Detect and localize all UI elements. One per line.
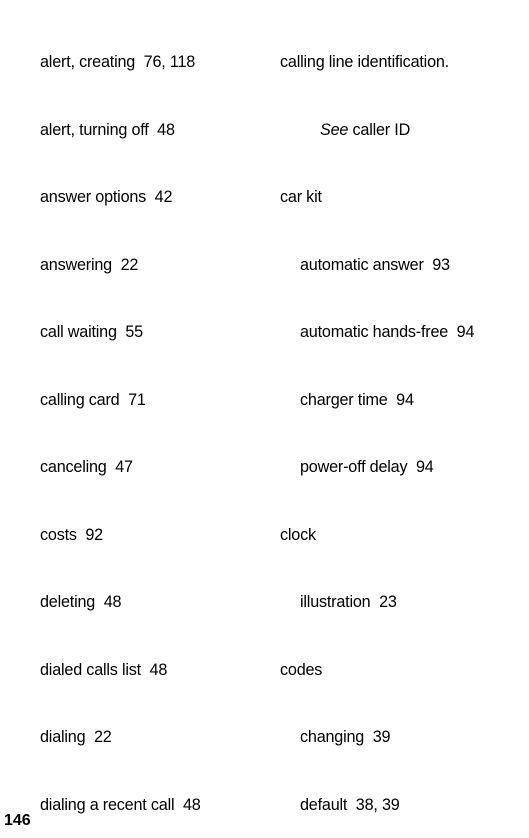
index-entry: dialing 22 [20,726,280,749]
see-word: See [320,121,348,139]
index-entry: charger time 94 [280,389,529,412]
index-page: alert, creating 76, 118 alert, turning o… [0,0,529,838]
index-entry: alert, turning off 48 [20,119,280,142]
index-entry: illustration 23 [280,591,529,614]
index-entry: canceling 47 [20,456,280,479]
page-number: 146 [4,812,31,830]
index-entry: changing 39 [280,726,529,749]
index-entry: clock [280,524,529,547]
index-entry: costs 92 [20,524,280,547]
index-entry: automatic hands-free 94 [280,321,529,344]
index-entry: automatic answer 93 [280,254,529,277]
right-column: calling line identification. See caller … [280,6,529,838]
index-entry: default 38, 39 [280,794,529,817]
index-entry: call waiting 55 [20,321,280,344]
index-entry: answering 22 [20,254,280,277]
index-entry: car kit [280,186,529,209]
index-entry: answer options 42 [20,186,280,209]
index-entry: deleting 48 [20,591,280,614]
index-entry: dialed calls list 48 [20,659,280,682]
index-entry: calling card 71 [20,389,280,412]
index-see-reference: See caller ID [280,119,529,142]
index-entry: power-off delay 94 [280,456,529,479]
index-entry: dialing a recent call 48 [20,794,280,817]
columns-wrapper: alert, creating 76, 118 alert, turning o… [0,6,529,838]
index-entry: codes [280,659,529,682]
left-column: alert, creating 76, 118 alert, turning o… [0,6,280,838]
index-entry: calling line identification. [280,51,529,74]
index-entry: alert, creating 76, 118 [20,51,280,74]
see-target: caller ID [348,121,410,139]
